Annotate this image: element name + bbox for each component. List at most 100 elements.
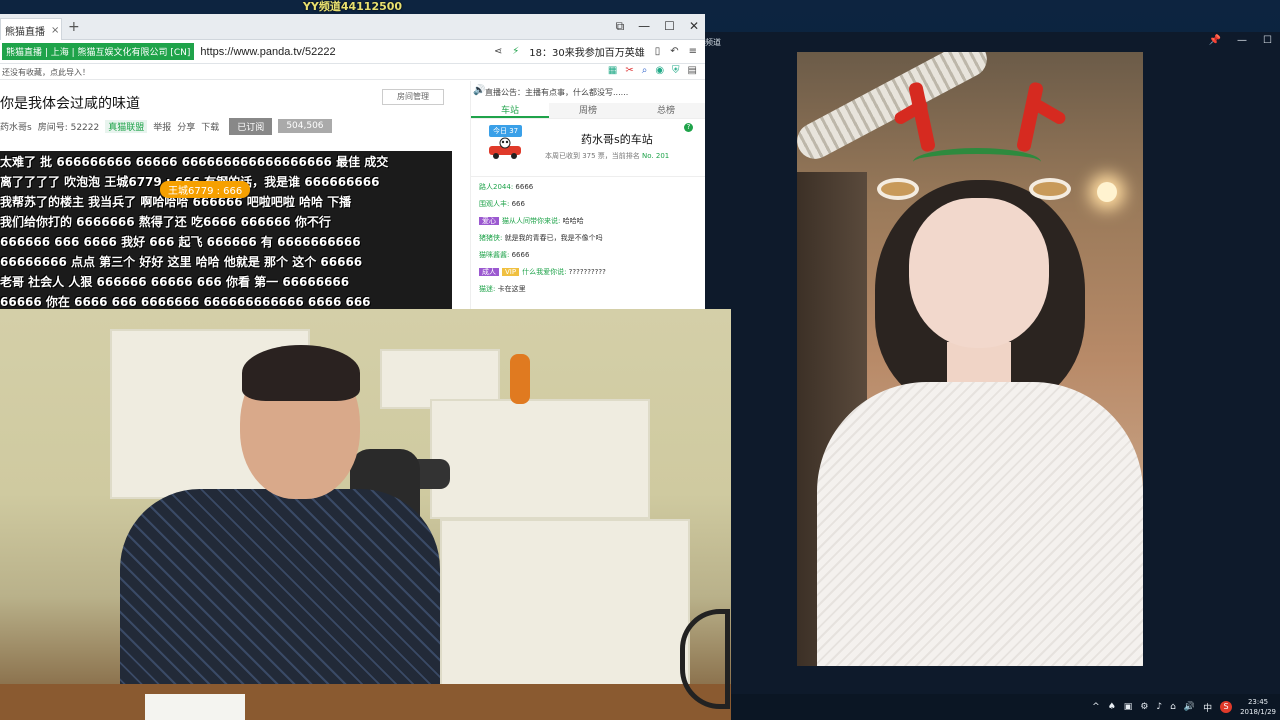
apps-icon[interactable]: ▤ bbox=[688, 65, 697, 76]
toy-figure bbox=[510, 354, 530, 404]
tray-app-icon[interactable]: ♠ bbox=[1108, 702, 1116, 712]
streamer-face bbox=[909, 198, 1049, 348]
announcement: 🔊 直播公告：主播有点事，什么都没写...... bbox=[471, 81, 705, 103]
danmu-line: 老哥 社会人 人狠 666666 66666 666 你看 第一 6666666… bbox=[0, 275, 350, 289]
certificate-badge[interactable]: 熊猫直播 | 上海 | 熊猫互娱文化有限公司 [CN] bbox=[2, 43, 195, 60]
tab-label: 熊猫直播 bbox=[5, 27, 45, 38]
favorites-bar: 还没有收藏，点此导入！ ▦ ✂ ⌕ ◉ ⛨ ▤ bbox=[0, 64, 705, 80]
maximize-button[interactable]: ☐ bbox=[664, 19, 675, 34]
minimize-button[interactable]: — bbox=[1237, 35, 1247, 46]
window-controls: ⧉ — ☐ ✕ bbox=[616, 19, 699, 34]
stream-video-danmu[interactable]: 太难了 批 666666666 66666 666666666666666666… bbox=[0, 151, 452, 310]
address-bar[interactable]: 熊猫直播 | 上海 | 熊猫互娱文化有限公司 [CN] https://www.… bbox=[0, 40, 705, 64]
yy-channel-title: YY频道44112500 bbox=[302, 0, 403, 13]
tab-close-icon[interactable]: × bbox=[51, 25, 59, 36]
speaker-icon: 🔊 bbox=[473, 85, 486, 96]
tray-music-icon[interactable]: ♪ bbox=[1156, 702, 1162, 712]
news-ticker[interactable]: 18：30来我参加百万英雄 bbox=[529, 44, 644, 59]
sogou-icon[interactable]: S bbox=[1220, 701, 1233, 713]
subscribe-button[interactable]: 已订阅 bbox=[229, 117, 273, 135]
reindeer-ear-left bbox=[877, 178, 919, 200]
tab-weekly[interactable]: 周榜 bbox=[549, 103, 627, 118]
danmu-line: 太难了 批 666666666 66666 666666666666666666… bbox=[0, 155, 389, 169]
minimize-button[interactable]: — bbox=[638, 19, 650, 34]
chat-message: 猫咪酱酱: 6666 bbox=[479, 251, 530, 259]
clock-time: 23:45 bbox=[1247, 698, 1269, 706]
gift-notification: 王城6779 : 666 bbox=[160, 181, 251, 198]
help-icon[interactable]: ? bbox=[684, 123, 693, 132]
volume-icon[interactable]: 🔊 bbox=[1184, 702, 1195, 712]
chat-message: 爱心 猫从人间带你来说: 哈哈哈 bbox=[479, 213, 705, 230]
union-tag[interactable]: 真猫联盟 bbox=[105, 119, 148, 133]
browser-tab[interactable]: 熊猫直播 × bbox=[0, 18, 62, 40]
url-field[interactable]: https://www.panda.tv/52222 bbox=[200, 46, 335, 58]
search-icon[interactable]: ⌕ bbox=[642, 65, 648, 76]
new-tab-button[interactable]: + bbox=[68, 20, 80, 34]
station-info: 本周已收到 375 票，当前排名 No. 201 bbox=[545, 152, 670, 160]
bookmark-icon[interactable]: ▯ bbox=[655, 46, 661, 57]
room-manage-button[interactable]: 房间管理 bbox=[382, 89, 444, 105]
station-name: 药水哥s的车站 bbox=[581, 133, 653, 146]
tab-station[interactable]: 车站 bbox=[471, 103, 549, 118]
report-link[interactable]: 举报 bbox=[153, 120, 171, 133]
close-button[interactable]: ✕ bbox=[689, 19, 699, 34]
channel-video[interactable] bbox=[797, 52, 1143, 666]
tray-expand-icon[interactable]: ^ bbox=[1092, 702, 1100, 712]
share-icon[interactable]: ⋖ bbox=[494, 46, 502, 57]
chat-tabs: 车站 周榜 总榜 bbox=[471, 103, 705, 119]
undo-icon[interactable]: ↶ bbox=[670, 46, 678, 57]
channel-window-controls: 📌 — ☐ bbox=[1209, 35, 1272, 46]
grid-icon[interactable]: ▦ bbox=[608, 65, 617, 76]
cut-icon[interactable]: ✂ bbox=[625, 65, 633, 76]
danmu-line: 66666666 点点 第三个 好好 这里 哈哈 他就是 那个 这个 66666 bbox=[0, 255, 363, 269]
share-link[interactable]: 分享 bbox=[177, 120, 195, 133]
streamer-name[interactable]: 药水哥s bbox=[0, 120, 32, 133]
room-meta: 药水哥s 房间号: 52222 真猫联盟 举报 分享 下载 已订阅 504,50… bbox=[0, 117, 450, 135]
chat-message: 围观人丰: 666 bbox=[479, 200, 525, 208]
restore-icon[interactable]: ⧉ bbox=[616, 19, 625, 34]
station-rank: No. 201 bbox=[642, 152, 670, 160]
danmu-line: 666666 666 6666 我好 666 起飞 666666 有 66666… bbox=[0, 235, 361, 249]
game-icon[interactable]: ◉ bbox=[655, 65, 664, 76]
tray-app-icon[interactable]: ▣ bbox=[1124, 702, 1133, 712]
clock[interactable]: 23:45 2018/1/29 bbox=[1240, 697, 1276, 717]
room-title: 你是我体会过咸的味道 bbox=[0, 96, 140, 112]
cabinet bbox=[440, 519, 690, 689]
level-badge: 成人 bbox=[479, 268, 499, 276]
announcement-text: 直播公告：主播有点事，什么都没写...... bbox=[485, 88, 629, 97]
channel-window-title: 频道 bbox=[705, 38, 721, 47]
room-number: 房间号: 52222 bbox=[37, 122, 100, 133]
tray-settings-icon[interactable]: ⚙ bbox=[1140, 702, 1148, 712]
extension-icons: ▦ ✂ ⌕ ◉ ⛨ ▤ bbox=[608, 65, 697, 76]
clock-date: 2018/1/29 bbox=[1240, 708, 1276, 716]
chat-message: 猫迷: 卡在这里 bbox=[479, 285, 526, 293]
download-link[interactable]: 下载 bbox=[201, 120, 219, 133]
maximize-button[interactable]: ☐ bbox=[1263, 35, 1272, 46]
today-badge: 今日 37 bbox=[489, 125, 523, 137]
chat-message: 路人2044: 6666 bbox=[479, 183, 534, 191]
shield-icon[interactable]: ⛨ bbox=[672, 65, 680, 76]
desk bbox=[0, 684, 731, 720]
stream-page: 你是我体会过咸的味道 房间管理 药水哥s 房间号: 52222 真猫联盟 举报 … bbox=[0, 81, 705, 310]
menu-icon[interactable]: ≡ bbox=[689, 46, 697, 57]
chat-message: 成人 VIP 什么我爱你说: ?????????? bbox=[479, 264, 705, 281]
flash-icon[interactable]: ⚡ bbox=[512, 46, 519, 57]
browser-tab-bar: 熊猫直播 × + ⧉ — ☐ ✕ bbox=[0, 14, 705, 40]
chat-panel: 🔊 直播公告：主播有点事，什么都没写...... 车站 周榜 总榜 今日 37 bbox=[470, 81, 705, 310]
vip-badge: VIP bbox=[502, 268, 520, 276]
ime-indicator[interactable]: 中 bbox=[1203, 701, 1212, 714]
level-badge: 爱心 bbox=[479, 217, 499, 225]
paper bbox=[145, 694, 245, 720]
station-card: 今日 37 药水哥s的车站 本周已收到 375 票，当前排名 No. 201 ? bbox=[471, 119, 705, 177]
chat-message: 猪猪侠: 就是我的青春已，我是不像个吗 bbox=[479, 234, 603, 242]
network-icon[interactable]: ⌂ bbox=[1170, 702, 1176, 712]
favorites-hint[interactable]: 还没有收藏，点此导入！ bbox=[2, 68, 90, 77]
antler-right bbox=[1015, 81, 1045, 153]
chat-list: 路人2044: 6666 围观人丰: 666 爱心 猫从人间带你来说: 哈哈哈 猪… bbox=[471, 177, 705, 298]
yy-channel-window: 频道 📌 — ☐ bbox=[705, 32, 1280, 694]
white-sweater bbox=[817, 382, 1143, 666]
lamp bbox=[1097, 182, 1117, 202]
webcam-feed bbox=[0, 309, 731, 720]
tab-total[interactable]: 总榜 bbox=[627, 103, 705, 118]
pin-icon[interactable]: 📌 bbox=[1209, 35, 1221, 46]
